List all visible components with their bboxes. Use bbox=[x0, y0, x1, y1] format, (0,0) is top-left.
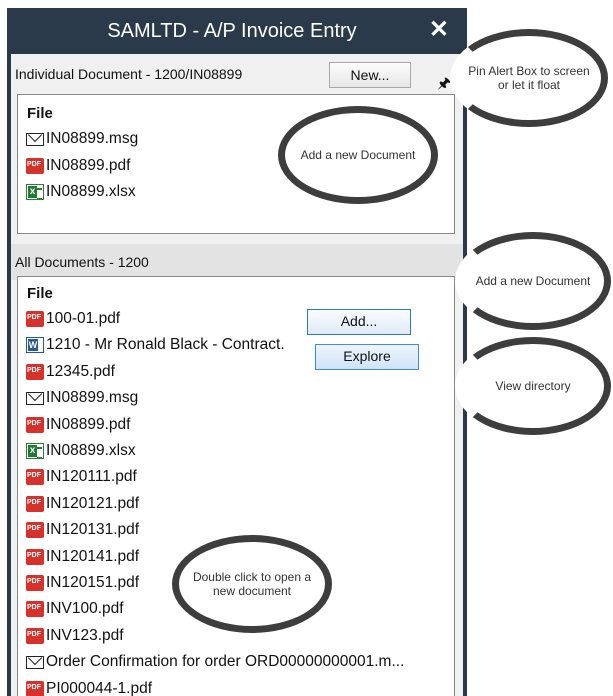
title-bar[interactable]: SAMLTD - A/P Invoice Entry ✕ bbox=[7, 8, 467, 54]
window-title: SAMLTD - A/P Invoice Entry bbox=[107, 20, 357, 42]
file-row[interactable]: IN120131.pdf bbox=[26, 518, 139, 542]
pdf-file-icon bbox=[26, 601, 44, 618]
file-row[interactable]: 1210 - Mr Ronald Black - Contract. bbox=[26, 333, 285, 357]
file-name: IN08899.xlsx bbox=[46, 442, 136, 459]
xlsx-file-icon bbox=[26, 184, 44, 200]
new-button[interactable]: New... bbox=[329, 62, 411, 88]
pdf-file-icon bbox=[26, 495, 44, 512]
file-name: Order Confirmation for order ORD00000000… bbox=[46, 653, 405, 671]
docx-file-icon bbox=[26, 337, 44, 354]
file-name: INV123.pdf bbox=[46, 626, 124, 644]
file-row[interactable]: IN08899.pdf bbox=[26, 413, 130, 437]
file-name: IN08899.msg bbox=[46, 130, 139, 147]
file-row[interactable]: PI000044-1.pdf bbox=[26, 677, 152, 696]
callout-add-new-document: Add a new Document bbox=[278, 106, 438, 204]
callout-double-click-text: Double click to open a new document bbox=[192, 570, 312, 598]
pdf-file-icon bbox=[26, 522, 44, 539]
pdf-file-icon bbox=[26, 469, 44, 486]
pdf-file-icon bbox=[26, 416, 44, 433]
file-name: IN120151.pdf bbox=[46, 574, 140, 591]
file-name: IN08899.xlsx bbox=[46, 183, 136, 200]
file-row[interactable]: INV100.pdf bbox=[26, 597, 124, 621]
close-icon[interactable]: ✕ bbox=[429, 8, 449, 54]
file-row[interactable]: IN120141.pdf bbox=[26, 545, 139, 569]
pdf-file-icon bbox=[26, 157, 44, 174]
individual-document-header: Individual Document - 1200/IN08899 New..… bbox=[11, 56, 463, 92]
pdf-file-icon bbox=[26, 548, 44, 565]
file-row[interactable]: 100-01.pdf bbox=[26, 307, 120, 331]
callout-double-click: Double click to open a new document bbox=[172, 535, 332, 633]
pdf-file-icon bbox=[26, 575, 44, 591]
file-name: 100-01.pdf bbox=[46, 310, 121, 327]
file-name: IN08899.pdf bbox=[46, 415, 131, 433]
pdf-file-icon bbox=[26, 680, 44, 696]
file-name: INV100.pdf bbox=[46, 600, 124, 618]
callout-view-text: View directory bbox=[495, 379, 571, 393]
pdf-file-icon bbox=[26, 311, 44, 327]
file-name: IN08899.msg bbox=[46, 389, 139, 407]
callout-add-text: Add a new Document bbox=[300, 148, 416, 162]
file-row[interactable]: Order Confirmation for order ORD00000000… bbox=[26, 650, 404, 674]
explore-button[interactable]: Explore bbox=[315, 344, 419, 370]
msg-file-icon bbox=[26, 391, 44, 405]
file-row[interactable]: IN08899.msg bbox=[26, 127, 138, 151]
file-name: PI000044-1.pdf bbox=[46, 679, 153, 696]
file-row[interactable]: IN08899.xlsx bbox=[26, 439, 136, 463]
file-name: 1210 - Mr Ronald Black - Contract. bbox=[46, 336, 285, 354]
pdf-file-icon bbox=[26, 363, 44, 380]
file-name: IN120111.pdf bbox=[46, 468, 137, 486]
all-documents-title: All Documents - 1200 bbox=[15, 254, 149, 270]
pdf-file-icon bbox=[26, 627, 44, 644]
msg-file-icon bbox=[26, 655, 44, 669]
file-row[interactable]: IN120111.pdf bbox=[26, 465, 137, 489]
msg-file-icon bbox=[26, 132, 44, 146]
callout-add-new-document-2: Add a new Document bbox=[455, 232, 611, 330]
file-column-header[interactable]: File bbox=[27, 285, 53, 302]
all-file-list[interactable]: File 100-01.pdf 1210 - Mr Ronald Black - … bbox=[17, 276, 455, 696]
file-row[interactable]: INV123.pdf bbox=[26, 624, 124, 648]
file-name: IN120121.pdf bbox=[46, 494, 140, 512]
xlsx-file-icon bbox=[26, 443, 44, 459]
file-name: IN120131.pdf bbox=[46, 521, 140, 539]
file-name: IN08899.pdf bbox=[46, 156, 131, 174]
file-row[interactable]: IN120151.pdf bbox=[26, 571, 139, 595]
file-row[interactable]: IN08899.pdf bbox=[26, 154, 130, 178]
file-row[interactable]: 12345.pdf bbox=[26, 360, 115, 384]
file-name: 12345.pdf bbox=[46, 362, 115, 380]
callout-pin: Pin Alert Box to screen or let it float bbox=[450, 29, 608, 127]
file-row[interactable]: IN120121.pdf bbox=[26, 492, 139, 516]
callout-add-text-2: Add a new Document bbox=[475, 274, 591, 288]
individual-document-title: Individual Document - 1200/IN08899 bbox=[15, 66, 243, 82]
callout-pin-text: Pin Alert Box to screen or let it float bbox=[468, 64, 590, 92]
file-row[interactable]: IN08899.xlsx bbox=[26, 180, 136, 204]
file-row[interactable]: IN08899.msg bbox=[26, 386, 138, 410]
file-name: IN120141.pdf bbox=[46, 547, 140, 565]
add-button[interactable]: Add... bbox=[307, 309, 411, 335]
callout-view-directory: View directory bbox=[455, 337, 611, 435]
all-documents-header: All Documents - 1200 bbox=[11, 244, 463, 280]
file-column-header[interactable]: File bbox=[27, 105, 53, 122]
